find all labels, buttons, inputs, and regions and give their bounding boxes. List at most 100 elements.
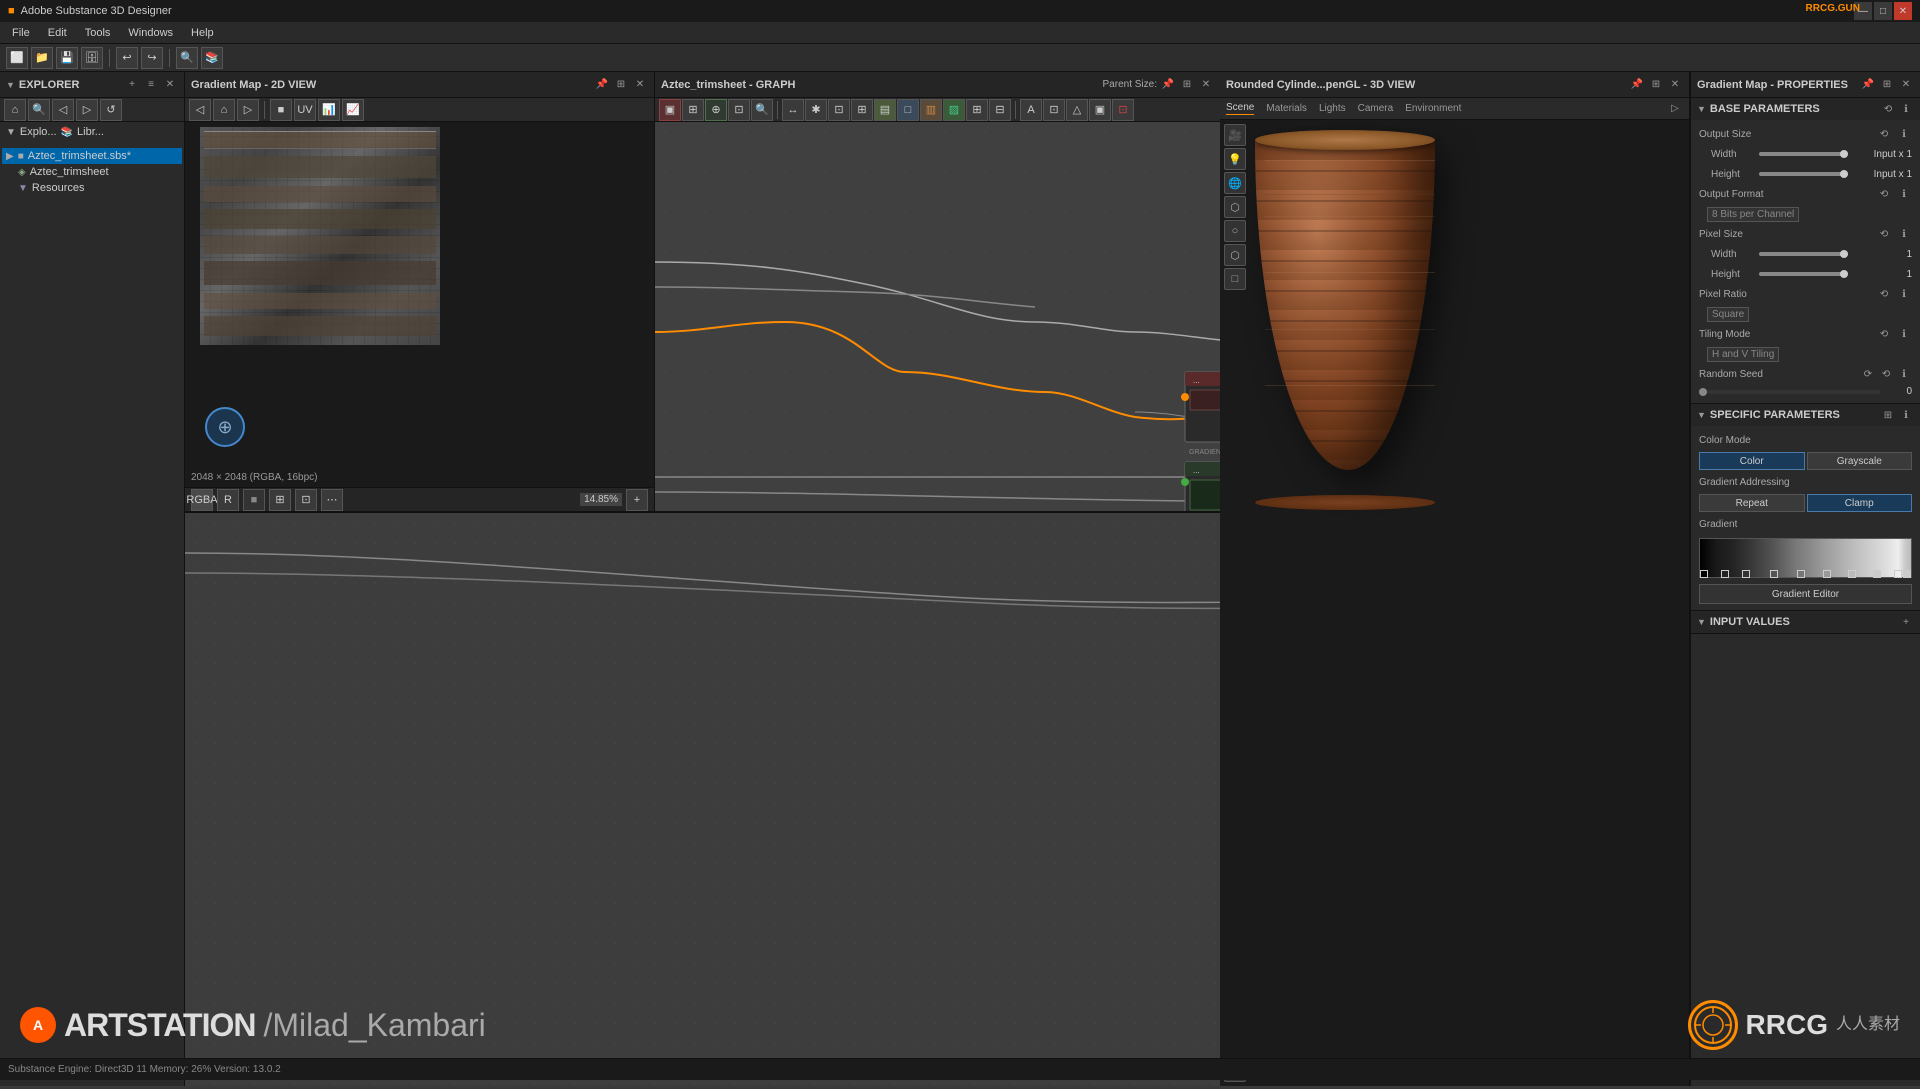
tool-mesh3[interactable]: □ [1224,268,1246,290]
specific-params-header[interactable]: ▼ SPECIFIC PARAMETERS ⊞ ℹ [1691,404,1920,426]
pixel-size-inherit-icon[interactable]: ⟲ [1876,226,1892,242]
props-expand-icon[interactable]: ⊞ [1879,77,1895,93]
toolbar-save[interactable]: 💾 [56,47,78,69]
graph-btn7[interactable]: ✱ [805,99,827,121]
graph-expand-icon[interactable]: ⊞ [1179,77,1195,93]
graph-content[interactable]: ... GRADIENT_MAP_01 ... GRADIENT_MAP_C26… [655,122,1220,511]
gradient-stop5[interactable] [1797,570,1805,578]
props-pin-icon[interactable]: 📌 [1860,77,1876,93]
output-format-info-icon[interactable]: ℹ [1896,186,1912,202]
gradient-stop4[interactable] [1770,570,1778,578]
gradient-stop8[interactable] [1873,570,1881,578]
random-seed-thumb[interactable] [1699,388,1707,396]
explorer-back-btn[interactable]: ◁ [52,99,74,121]
graph-btn10[interactable]: ▤ [874,99,896,121]
pixel-width-thumb[interactable] [1840,250,1848,258]
view2d-close-icon[interactable]: ✕ [632,77,648,93]
tool-mesh2[interactable]: ⬡ [1224,244,1246,266]
graph-btn12[interactable]: ▥ [920,99,942,121]
view2d-expand-icon[interactable]: ⊞ [613,77,629,93]
view3d-expand-arrow[interactable]: ▷ [1667,101,1683,117]
gradient-editor-btn[interactable]: Gradient Editor [1699,584,1912,604]
explorer-refresh-btn[interactable]: ↺ [100,99,122,121]
gradient-stop3[interactable] [1742,570,1750,578]
view3d-content[interactable]: 🎥 💡 🌐 ⬡ ○ ⬡ □ ⊕ [1220,120,1689,1086]
pixel-ratio-inherit-icon[interactable]: ⟲ [1876,286,1892,302]
toolbar-redo[interactable]: ↪ [141,47,163,69]
view2d-grid-btn[interactable]: ⊞ [269,489,291,511]
pixel-height-slider[interactable] [1759,267,1848,281]
graph-btn20[interactable]: ⊡ [1112,99,1134,121]
pixel-ratio-info-icon[interactable]: ℹ [1896,286,1912,302]
output-size-info-icon[interactable]: ℹ [1896,126,1912,142]
color-btn[interactable]: Color [1699,452,1805,470]
graph-btn11[interactable]: □ [897,99,919,121]
maximize-button[interactable]: □ [1874,2,1892,20]
explorer-collapse-arrow[interactable]: ▼ [6,80,15,90]
view2d-uv-btn[interactable]: UV [294,99,316,121]
graph-btn3[interactable]: ⊕ [705,99,727,121]
bottom-graph-content[interactable] [185,513,1220,1086]
graph-btn18[interactable]: △ [1066,99,1088,121]
explorer-search-btn[interactable]: 🔍 [28,99,50,121]
graph-btn13[interactable]: ▨ [943,99,965,121]
clamp-btn[interactable]: Clamp [1807,494,1913,512]
view2d-fit-btn[interactable]: ⊡ [295,489,317,511]
specific-panel-icon[interactable]: ⊞ [1880,407,1896,423]
view2d-graph-btn[interactable]: 📊 [318,99,340,121]
tab-lights[interactable]: Lights [1319,103,1346,115]
random-seed-slider[interactable] [1699,390,1880,394]
graph-btn6[interactable]: ↔ [782,99,804,121]
close-button[interactable]: ✕ [1894,2,1912,20]
view2d-display-btn[interactable]: ■ [270,99,292,121]
view3d-pin-icon[interactable]: 📌 [1629,77,1645,93]
graph-btn15[interactable]: ⊟ [989,99,1011,121]
tab-environment[interactable]: Environment [1405,103,1461,115]
gradient-stop7[interactable] [1848,570,1856,578]
input-values-header[interactable]: ▼ INPUT VALUES + [1691,611,1920,633]
toolbar-save-all[interactable]: 🗄 [81,47,103,69]
pixel-size-info-icon[interactable]: ℹ [1896,226,1912,242]
tool-mesh1[interactable]: ○ [1224,220,1246,242]
gradient-stop2[interactable] [1721,570,1729,578]
toolbar-lib[interactable]: 📚 [201,47,223,69]
gradient-stop10[interactable] [1903,570,1911,578]
gradient-stop9[interactable] [1894,570,1902,578]
view2d-b-btn[interactable]: ■ [243,489,265,511]
toolbar-undo[interactable]: ↩ [116,47,138,69]
pixel-height-thumb[interactable] [1840,270,1848,278]
explorer-menu-icon[interactable]: ≡ [143,77,159,93]
props-close-icon[interactable]: ✕ [1898,77,1914,93]
view2d-next-btn[interactable]: ▷ [237,99,259,121]
tiling-mode-inherit-icon[interactable]: ⟲ [1876,326,1892,342]
graph-btn1[interactable]: ▣ [659,99,681,121]
explorer-forward-btn[interactable]: ▷ [76,99,98,121]
view2d-home-btn[interactable]: ⌂ [213,99,235,121]
graph-btn2[interactable]: ⊞ [682,99,704,121]
toolbar-explore[interactable]: 🔍 [176,47,198,69]
menu-windows[interactable]: Windows [120,25,181,41]
graph-btn4[interactable]: ⊡ [728,99,750,121]
graph-btn17[interactable]: ⊡ [1043,99,1065,121]
view2d-chart-btn[interactable]: 📈 [342,99,364,121]
tool-camera[interactable]: 🎥 [1224,124,1246,146]
tiling-mode-info-icon[interactable]: ℹ [1896,326,1912,342]
graph-btn9[interactable]: ⊞ [851,99,873,121]
view3d-expand-icon[interactable]: ⊞ [1648,77,1664,93]
explorer-resources-item[interactable]: ▼ Resources [2,180,182,196]
graph-btn5[interactable]: 🔍 [751,99,773,121]
view2d-dots-btn[interactable]: ⋯ [321,489,343,511]
menu-file[interactable]: File [4,25,38,41]
output-size-inherit-icon[interactable]: ⟲ [1876,126,1892,142]
graph-close-icon[interactable]: ✕ [1198,77,1214,93]
tab-scene[interactable]: Scene [1226,102,1254,115]
explorer-aztec-item[interactable]: ◈ Aztec_trimsheet [2,164,182,180]
grayscale-btn[interactable]: Grayscale [1807,452,1913,470]
view3d-close-icon[interactable]: ✕ [1667,77,1683,93]
explorer-item-expl[interactable]: ▼ Explo... 📚 Libr... [2,124,182,140]
tab-materials[interactable]: Materials [1266,103,1307,115]
graph-pin-icon[interactable]: 📌 [1160,77,1176,93]
view2d-pin-icon[interactable]: 📌 [594,77,610,93]
output-width-slider[interactable] [1759,147,1848,161]
output-height-slider[interactable] [1759,167,1848,181]
